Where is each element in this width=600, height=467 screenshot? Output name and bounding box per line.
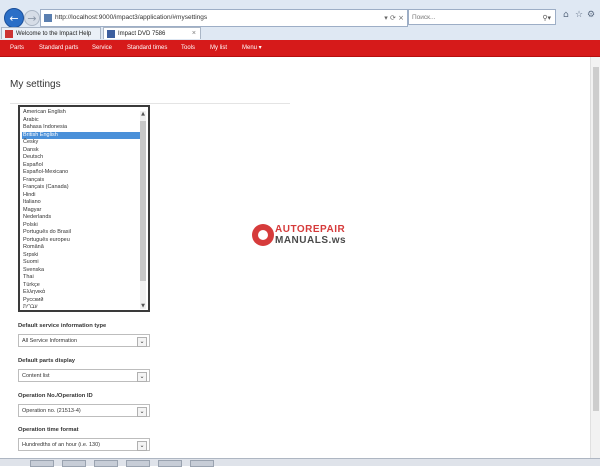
address-text: http://localhost:9000/impact3/applicatio… — [55, 14, 208, 21]
scroll-down-icon[interactable]: ▼ — [140, 303, 146, 309]
main-nav: Parts Standard parts Service Standard ti… — [0, 40, 600, 56]
language-scroll-thumb[interactable] — [140, 121, 146, 281]
language-option[interactable]: Português do Brasil — [22, 229, 142, 237]
settings-gear-icon[interactable]: ⚙ — [587, 10, 595, 20]
language-option[interactable]: Română — [22, 244, 142, 252]
language-option[interactable]: Polski — [22, 222, 142, 230]
back-icon[interactable]: ← — [4, 8, 24, 28]
tab-label: Welcome to the Impact Help — [16, 31, 92, 37]
operation-time-format-select[interactable]: Hundredths of an hour (i.e. 130) ⌄ — [18, 438, 150, 451]
language-option[interactable]: Česky — [22, 139, 142, 147]
watermark-line1: AUTOREPAIR — [275, 224, 346, 235]
address-bar[interactable]: http://localhost:9000/impact3/applicatio… — [40, 9, 408, 27]
language-option[interactable]: Suomi — [22, 259, 142, 267]
language-option[interactable]: Italiano — [22, 199, 142, 207]
taskbar-button[interactable] — [30, 460, 54, 467]
nav-my-list[interactable]: My list — [210, 40, 227, 56]
watermark-emblem-icon — [252, 224, 274, 246]
tab-favicon-icon — [107, 30, 115, 38]
language-option[interactable]: Türkçe — [22, 282, 142, 290]
language-option[interactable]: Hindi — [22, 192, 142, 200]
nav-service[interactable]: Service — [92, 40, 112, 56]
tab-label: Impact DVD 7586 — [118, 31, 166, 37]
language-option[interactable]: American English — [22, 109, 142, 117]
taskbar-button[interactable] — [126, 460, 150, 467]
language-option[interactable]: עברית — [22, 304, 142, 310]
parts-display-label: Default parts display — [18, 358, 76, 364]
nav-standard-times[interactable]: Standard times — [127, 40, 167, 56]
tab-welcome[interactable]: Welcome to the Impact Help — [1, 27, 101, 39]
nav-parts[interactable]: Parts — [10, 40, 24, 56]
tab-impact[interactable]: Impact DVD 7586 × — [103, 27, 201, 39]
language-option[interactable]: Français — [22, 177, 142, 185]
operation-id-label: Operation No./Operation ID — [18, 393, 93, 399]
search-placeholder: Поиск... — [412, 14, 436, 21]
language-option[interactable]: Français (Canada) — [22, 184, 142, 192]
search-input[interactable]: Поиск... ⚲▾ — [408, 9, 556, 25]
scroll-up-icon[interactable]: ▲ — [140, 111, 146, 117]
chevron-down-icon[interactable]: ⌄ — [137, 372, 147, 382]
language-option[interactable]: Dansk — [22, 147, 142, 155]
language-option[interactable]: Ελληνικά — [22, 289, 142, 297]
operation-time-format-label: Operation time format — [18, 427, 79, 433]
nav-menu[interactable]: Menu ▾ — [242, 40, 262, 56]
refresh-icon[interactable]: ▾ ⟳ × — [384, 10, 404, 26]
tab-strip: Welcome to the Impact Help Impact DVD 75… — [0, 27, 600, 40]
language-option[interactable]: Español-Mexicano — [22, 169, 142, 177]
taskbar-button[interactable] — [158, 460, 182, 467]
language-option[interactable]: Magyar — [22, 207, 142, 215]
tab-close-icon[interactable]: × — [192, 28, 196, 40]
language-option[interactable]: Deutsch — [22, 154, 142, 162]
language-option[interactable]: Русский — [22, 297, 142, 305]
language-option[interactable]: Arabic — [22, 117, 142, 125]
select-value: All Service Information — [22, 338, 78, 344]
page-scrollbar[interactable] — [590, 57, 600, 458]
select-value: Content list — [22, 373, 50, 379]
watermark-logo: AUTOREPAIR MANUALS.ws — [252, 222, 352, 250]
select-value: Hundredths of an hour (i.e. 130) — [22, 442, 100, 448]
page-favicon-icon — [44, 14, 52, 22]
tab-favicon-icon — [5, 30, 13, 38]
language-option[interactable]: Svenska — [22, 267, 142, 275]
language-option[interactable]: Thai — [22, 274, 142, 282]
operation-id-select[interactable]: Operation no. (21513-4) ⌄ — [18, 404, 150, 417]
title-divider — [10, 103, 290, 104]
language-option[interactable]: Bahasa Indonesia — [22, 124, 142, 132]
language-scrollbar[interactable]: ▲ ▼ — [140, 111, 146, 309]
taskbar-button[interactable] — [62, 460, 86, 467]
language-option[interactable]: Nederlands — [22, 214, 142, 222]
service-info-type-select[interactable]: All Service Information ⌄ — [18, 334, 150, 347]
search-icon[interactable]: ⚲▾ — [542, 10, 551, 26]
watermark-line2: MANUALS.ws — [275, 235, 347, 246]
nav-tools[interactable]: Tools — [181, 40, 195, 56]
home-icon[interactable]: ⌂ — [563, 10, 569, 20]
chevron-down-icon[interactable]: ⌄ — [137, 407, 147, 417]
language-option[interactable]: British English — [22, 131, 142, 139]
select-value: Operation no. (21513-4) — [22, 408, 81, 414]
language-option[interactable]: Srpski — [22, 252, 142, 260]
taskbar-button[interactable] — [190, 460, 214, 467]
chevron-down-icon[interactable]: ⌄ — [137, 337, 147, 347]
language-option[interactable]: فارسی — [22, 312, 142, 313]
language-option[interactable]: Português europeu — [22, 237, 142, 245]
taskbar-button[interactable] — [94, 460, 118, 467]
favorites-star-icon[interactable]: ☆ — [575, 10, 583, 20]
service-info-type-label: Default service information type — [18, 323, 107, 329]
browser-chrome: ← → http://localhost:9000/impact3/applic… — [0, 0, 600, 41]
nav-divider — [0, 56, 600, 57]
nav-standard-parts[interactable]: Standard parts — [39, 40, 78, 56]
forward-icon[interactable]: → — [24, 10, 40, 26]
page-scroll-thumb[interactable] — [593, 67, 599, 411]
chevron-down-icon[interactable]: ⌄ — [137, 441, 147, 451]
language-option[interactable]: Español — [22, 162, 142, 170]
language-listbox[interactable]: American English Arabic Bahasa Indonesia Br… — [18, 105, 150, 312]
language-list: American English Arabic Bahasa Indonesia Br… — [22, 109, 142, 313]
page-title: My settings — [10, 79, 61, 90]
parts-display-select[interactable]: Content list ⌄ — [18, 369, 150, 382]
